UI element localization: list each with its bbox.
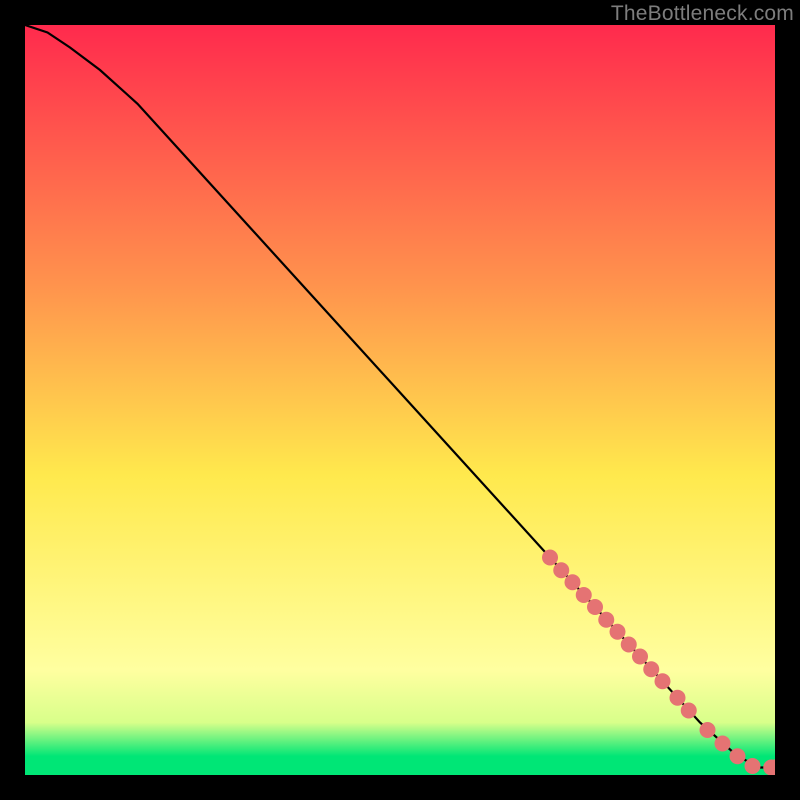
data-marker — [715, 736, 731, 752]
data-marker — [643, 661, 659, 677]
data-marker — [655, 673, 671, 689]
plot-marker-layer — [25, 25, 775, 775]
data-marker — [745, 758, 761, 774]
data-marker — [610, 624, 626, 640]
chart-frame: TheBottleneck.com — [0, 0, 800, 800]
data-marker — [542, 550, 558, 566]
data-marker — [632, 649, 648, 665]
data-marker — [681, 703, 697, 719]
data-marker — [670, 690, 686, 706]
data-marker — [565, 574, 581, 590]
data-marker — [730, 748, 746, 764]
watermark-text: TheBottleneck.com — [611, 2, 794, 26]
data-marker — [587, 599, 603, 615]
data-marker — [576, 587, 592, 603]
data-marker — [700, 722, 716, 738]
plot-area — [25, 25, 775, 775]
data-marker — [621, 637, 637, 653]
data-marker — [553, 562, 569, 578]
data-marker — [598, 612, 614, 628]
